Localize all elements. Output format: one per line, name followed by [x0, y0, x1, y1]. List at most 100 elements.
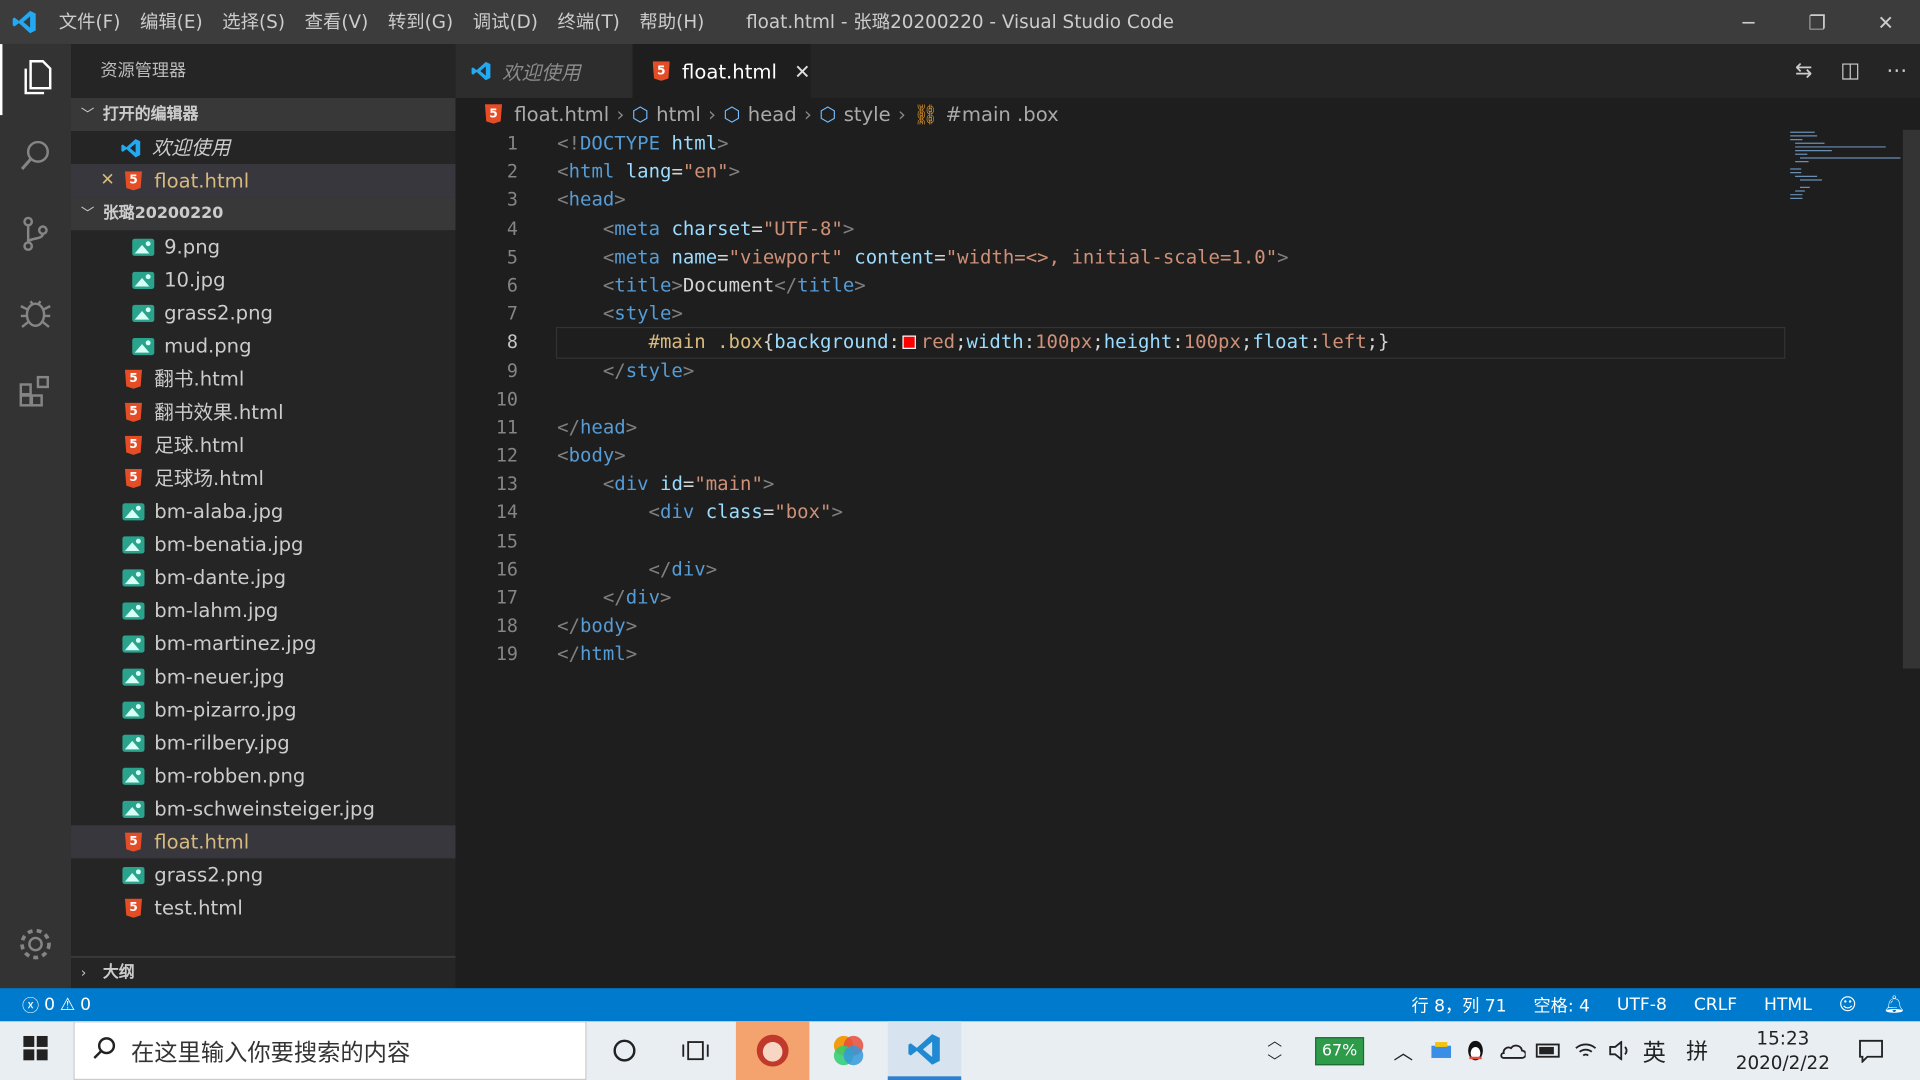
file-item[interactable]: grass2.png: [71, 296, 455, 329]
volume-icon[interactable]: [1604, 1021, 1636, 1080]
file-item[interactable]: bm-martinez.jpg: [71, 627, 455, 660]
outline-section[interactable]: › 大纲: [71, 956, 456, 989]
file-item[interactable]: grass2.png: [71, 858, 455, 891]
code-line[interactable]: <!DOCTYPE html>: [557, 130, 1781, 158]
close-icon[interactable]: ✕: [100, 164, 122, 197]
open-editor-item[interactable]: ✕ 5 float.html: [71, 164, 456, 198]
color-swatch-icon[interactable]: [902, 335, 916, 350]
line-ending[interactable]: CRLF: [1694, 995, 1737, 1015]
code-line[interactable]: <style>: [557, 300, 1781, 328]
source-control-activity[interactable]: [0, 201, 71, 272]
open-editors-section[interactable]: ﹀ 打开的编辑器: [71, 97, 456, 132]
file-item[interactable]: bm-robben.png: [71, 759, 455, 792]
menu-edit[interactable]: 编辑(E): [130, 0, 212, 44]
language-mode[interactable]: HTML: [1764, 995, 1812, 1015]
notification-bell-icon[interactable]: 🔔︎: [1884, 995, 1906, 1015]
editor-scrollbar[interactable]: [1902, 129, 1920, 988]
file-item[interactable]: 5 翻书效果.html: [71, 396, 455, 429]
search-activity[interactable]: [0, 122, 71, 193]
code-line[interactable]: <meta charset="UTF-8">: [557, 215, 1781, 243]
split-editor-icon[interactable]: ◫: [1827, 59, 1874, 83]
explorer-activity[interactable]: [0, 44, 71, 116]
encoding[interactable]: UTF-8: [1617, 995, 1667, 1015]
code-line[interactable]: [557, 527, 1781, 555]
code-line[interactable]: <title>Document</title>: [557, 272, 1781, 300]
battery-widget[interactable]: 67%: [1305, 1021, 1374, 1080]
folder-section[interactable]: ﹀ 张璐20200220: [71, 197, 456, 231]
code-line[interactable]: <div class="box">: [557, 499, 1781, 527]
task-view-icon[interactable]: [669, 1021, 723, 1080]
file-item[interactable]: 5 足球场.html: [71, 462, 455, 495]
file-item[interactable]: bm-schweinsteiger.jpg: [71, 792, 455, 825]
feedback-icon[interactable]: ☺: [1839, 995, 1857, 1015]
debug-activity[interactable]: [0, 279, 71, 350]
onedrive-icon[interactable]: [1496, 1021, 1528, 1080]
wifi-icon[interactable]: [1570, 1021, 1602, 1080]
menu-go[interactable]: 转到(G): [378, 0, 463, 44]
restore-button[interactable]: ❐: [1783, 0, 1852, 44]
file-item[interactable]: bm-benatia.jpg: [71, 528, 455, 561]
code-line[interactable]: </div>: [557, 584, 1781, 612]
file-item[interactable]: bm-alaba.jpg: [71, 495, 455, 528]
file-item[interactable]: 9.png: [71, 230, 455, 263]
code-line[interactable]: <meta name="viewport" content="width=<>,…: [557, 243, 1781, 271]
menu-debug[interactable]: 调试(D): [463, 0, 548, 44]
menu-terminal[interactable]: 终端(T): [548, 0, 630, 44]
code-line[interactable]: <div id="main">: [557, 471, 1781, 499]
cortana-icon[interactable]: [598, 1021, 652, 1080]
extensions-activity[interactable]: [0, 358, 71, 429]
file-item[interactable]: bm-rilbery.jpg: [71, 726, 455, 759]
file-item[interactable]: bm-pizarro.jpg: [71, 693, 455, 726]
minimap[interactable]: [1788, 130, 1910, 228]
breadcrumb-style[interactable]: style: [844, 102, 891, 125]
menu-help[interactable]: 帮助(H): [630, 0, 714, 44]
taskbar-app-vscode[interactable]: [887, 1021, 962, 1080]
code-line[interactable]: </style>: [557, 357, 1781, 385]
taskbar-app-photos[interactable]: [812, 1021, 885, 1080]
cursor-position[interactable]: 行 8，列 71: [1412, 992, 1507, 1016]
close-window-button[interactable]: ✕: [1851, 0, 1920, 44]
action-center-icon[interactable]: [1847, 1021, 1896, 1080]
clock[interactable]: 15:23 2020/2/22: [1724, 1021, 1842, 1080]
file-item[interactable]: bm-neuer.jpg: [71, 660, 455, 693]
menu-selection[interactable]: 选择(S): [212, 0, 294, 44]
breadcrumb-file[interactable]: float.html: [514, 102, 609, 125]
file-item[interactable]: 5 test.html: [71, 891, 455, 924]
battery-icon[interactable]: [1533, 1021, 1565, 1080]
code-line[interactable]: <html lang="en">: [557, 158, 1781, 186]
code-line[interactable]: [557, 385, 1781, 413]
ime-language[interactable]: 英: [1638, 1021, 1670, 1080]
file-item[interactable]: 5 足球.html: [71, 429, 455, 462]
code-editor[interactable]: 1 2 3 4 5 6 7 8 9 10 11 12 13 14 15 16 17 18 19 <!DOCTYPE …: [455, 129, 1920, 989]
menu-file[interactable]: 文件(F): [49, 0, 130, 44]
file-item[interactable]: 5 float.html: [71, 825, 456, 859]
code-line[interactable]: </body>: [557, 612, 1781, 640]
manage-activity[interactable]: [0, 911, 71, 982]
show-hidden-icons[interactable]: ︿: [1386, 1021, 1420, 1080]
code-area[interactable]: <!DOCTYPE html> <html lang="en"> <head> <m…: [555, 130, 1786, 669]
code-line[interactable]: </head>: [557, 414, 1781, 442]
taskbar-search-box[interactable]: 在这里输入你要搜索的内容: [73, 1021, 587, 1080]
indentation[interactable]: 空格: 4: [1534, 992, 1590, 1016]
breadcrumb-head[interactable]: head: [748, 102, 797, 125]
qq-icon[interactable]: [1460, 1021, 1492, 1080]
more-actions-icon[interactable]: ⋯: [1873, 59, 1920, 83]
scrollbar-thumb[interactable]: [1902, 129, 1920, 669]
taskbar-scroll[interactable]: ︿ ﹀: [1259, 1021, 1291, 1080]
code-line[interactable]: <head>: [557, 187, 1781, 215]
breadcrumb-html[interactable]: html: [656, 102, 701, 125]
close-tab-icon[interactable]: ✕: [794, 59, 810, 82]
file-item[interactable]: bm-lahm.jpg: [71, 594, 455, 627]
tray-app-icon[interactable]: [1425, 1021, 1457, 1080]
menu-view[interactable]: 查看(V): [295, 0, 378, 44]
file-item[interactable]: bm-dante.jpg: [71, 561, 455, 594]
tab-float-html[interactable]: 5 float.html ✕: [633, 44, 811, 98]
start-button[interactable]: [0, 1021, 71, 1080]
file-item[interactable]: 5 翻书.html: [71, 362, 455, 395]
minimize-button[interactable]: ─: [1714, 0, 1783, 44]
compare-icon[interactable]: ⇆: [1780, 59, 1827, 83]
ime-mode[interactable]: 拼: [1680, 1021, 1714, 1080]
breadcrumb-selector[interactable]: #main .box: [945, 102, 1058, 125]
code-line[interactable]: </html>: [557, 641, 1781, 669]
problems-indicator[interactable]: ⓧ 0 ⚠ 0: [0, 992, 91, 1016]
